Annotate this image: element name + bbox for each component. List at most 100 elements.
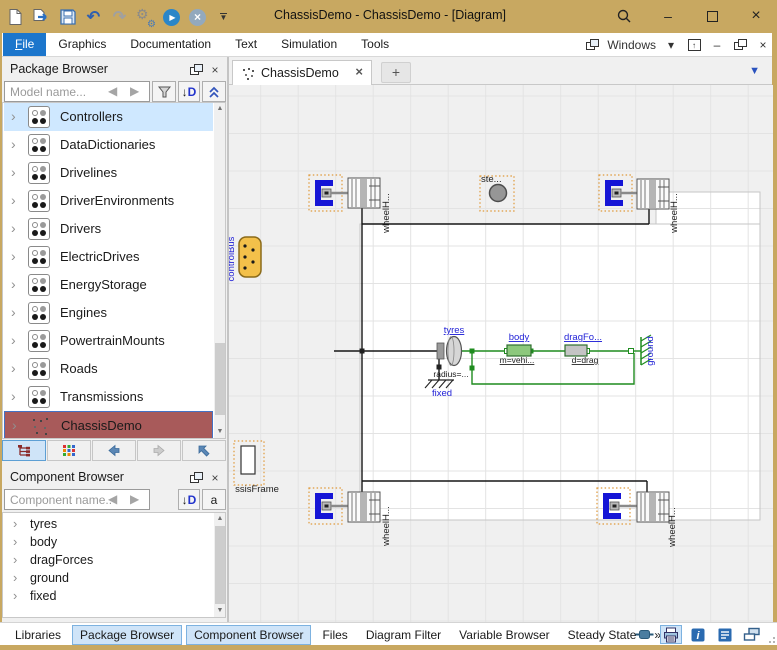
- statusbar-package-browser[interactable]: Package Browser: [72, 625, 182, 645]
- close-panel-icon[interactable]: ×: [207, 62, 223, 77]
- collapse-all-button[interactable]: [202, 81, 226, 102]
- sort-button[interactable]: ↓D: [178, 489, 200, 510]
- package-item-roads[interactable]: ›Roads: [4, 355, 213, 383]
- scroll-up-icon[interactable]: ▲: [214, 103, 226, 115]
- expand-chevron-icon[interactable]: ›: [11, 332, 16, 348]
- expand-chevron-icon[interactable]: ›: [13, 534, 17, 549]
- expand-chevron-icon[interactable]: ›: [11, 220, 16, 236]
- statusbar-component-browser[interactable]: Component Browser: [186, 625, 311, 645]
- float-panel-icon[interactable]: [188, 62, 204, 77]
- new-file-icon[interactable]: [6, 8, 25, 27]
- menu-file[interactable]: File: [3, 33, 46, 56]
- expand-chevron-icon[interactable]: ›: [13, 570, 17, 585]
- statusbar-variable-browser[interactable]: Variable Browser: [452, 626, 556, 644]
- close-panel-icon[interactable]: ×: [207, 470, 223, 485]
- minimize-icon[interactable]: –: [709, 38, 725, 53]
- menu-tools[interactable]: Tools: [349, 33, 401, 56]
- expand-chevron-icon[interactable]: ›: [13, 552, 17, 567]
- scroll-thumb[interactable]: [215, 343, 225, 415]
- statusbar-libraries[interactable]: Libraries: [8, 626, 68, 644]
- grid-view-button[interactable]: [47, 440, 91, 461]
- save-icon[interactable]: [58, 8, 77, 27]
- expand-chevron-icon[interactable]: ›: [11, 136, 16, 152]
- expand-chevron-icon[interactable]: ›: [11, 276, 16, 292]
- expand-chevron-icon[interactable]: ›: [11, 192, 16, 208]
- component-item-dragForces[interactable]: ›dragForces: [4, 551, 213, 569]
- maximize-icon[interactable]: [701, 5, 723, 27]
- component-item-ground[interactable]: ›ground: [4, 569, 213, 587]
- statusbar-files[interactable]: Files: [315, 626, 354, 644]
- expand-chevron-icon[interactable]: ›: [11, 108, 16, 124]
- chassis-frame-component[interactable]: [241, 446, 255, 474]
- package-item-engines[interactable]: ›Engines: [4, 299, 213, 327]
- search-icon[interactable]: [613, 5, 635, 27]
- package-item-drivelines[interactable]: ›Drivelines: [4, 159, 213, 187]
- tree-view-button[interactable]: [2, 440, 46, 461]
- redo-icon[interactable]: ↷: [110, 8, 129, 27]
- list-scrollbar[interactable]: ▲▼: [214, 513, 226, 617]
- expand-chevron-icon[interactable]: ›: [13, 588, 17, 603]
- wheel-hub-front-left[interactable]: [315, 178, 380, 208]
- filter-button[interactable]: [152, 81, 176, 102]
- control-bus-component[interactable]: [239, 237, 261, 277]
- tab-close-icon[interactable]: ×: [355, 64, 363, 79]
- forward-arrow-icon[interactable]: ▶: [130, 84, 139, 98]
- dropdown-arrow-icon[interactable]: ▾: [663, 38, 679, 53]
- cascade-windows-icon[interactable]: [584, 38, 600, 53]
- package-item-powertrainmounts[interactable]: ›PowertrainMounts: [4, 327, 213, 355]
- windows-menu-label[interactable]: Windows: [607, 38, 656, 52]
- component-view-icon[interactable]: [633, 625, 655, 644]
- statusbar-steady-state[interactable]: Steady State: [561, 626, 644, 644]
- open-file-icon[interactable]: [32, 8, 51, 27]
- menu-simulation[interactable]: Simulation: [269, 33, 349, 56]
- expand-chevron-icon[interactable]: ›: [11, 360, 16, 376]
- new-tab-button[interactable]: +: [381, 62, 411, 83]
- back-arrow-icon[interactable]: ◀: [108, 492, 117, 506]
- package-item-transmissions[interactable]: ›Transmissions: [4, 383, 213, 411]
- statusbar-diagram-filter[interactable]: Diagram Filter: [359, 626, 448, 644]
- scroll-up-icon[interactable]: ▲: [214, 513, 226, 525]
- scroll-thumb[interactable]: [215, 526, 225, 604]
- expand-chevron-icon[interactable]: ›: [11, 248, 16, 264]
- package-item-controllers[interactable]: ›Controllers: [4, 103, 213, 131]
- component-name-search-input[interactable]: [4, 489, 150, 510]
- minimize-icon[interactable]: –: [657, 5, 679, 27]
- menu-documentation[interactable]: Documentation: [118, 33, 223, 56]
- go-to-parent-button[interactable]: [182, 440, 226, 461]
- tab-list-dropdown-icon[interactable]: ▼: [749, 65, 760, 77]
- run-icon[interactable]: ▶: [162, 8, 181, 27]
- resize-grip[interactable]: [766, 634, 775, 643]
- sort-button[interactable]: ↓D: [178, 81, 200, 102]
- package-item-electricdrives[interactable]: ›ElectricDrives: [4, 243, 213, 271]
- menu-text[interactable]: Text: [223, 33, 269, 56]
- scroll-down-icon[interactable]: ▼: [214, 426, 226, 438]
- component-item-tyres[interactable]: ›tyres: [4, 515, 213, 533]
- scroll-down-icon[interactable]: ▼: [214, 605, 226, 617]
- expand-chevron-icon[interactable]: ›: [12, 417, 17, 433]
- history-back-button[interactable]: [92, 440, 136, 461]
- package-item-energystorage[interactable]: ›EnergyStorage: [4, 271, 213, 299]
- settings-gears-icon[interactable]: ⚙⚙: [136, 8, 155, 27]
- wheel-hub-rear-left[interactable]: [315, 492, 380, 522]
- diagram-canvas[interactable]: wheelH...wheelH...wheelH...wheelH...ste.…: [228, 85, 772, 622]
- class-view-icon[interactable]: [741, 625, 763, 644]
- wheel-hub-front-right[interactable]: [605, 179, 669, 209]
- expand-chevron-icon[interactable]: ›: [11, 388, 16, 404]
- documentation-view-icon[interactable]: i: [687, 625, 709, 644]
- forward-arrow-icon[interactable]: ▶: [130, 492, 139, 506]
- text-view-icon[interactable]: [714, 625, 736, 644]
- package-item-driverenvironments[interactable]: ›DriverEnvironments: [4, 187, 213, 215]
- component-item-body[interactable]: ›body: [4, 533, 213, 551]
- diagram-view-icon[interactable]: [660, 625, 682, 644]
- close-icon[interactable]: ×: [755, 38, 771, 53]
- tree-scrollbar[interactable]: ▲▼: [214, 103, 226, 438]
- package-item-drivers[interactable]: ›Drivers: [4, 215, 213, 243]
- close-icon[interactable]: ×: [745, 5, 767, 27]
- component-item-fixed[interactable]: ›fixed: [4, 587, 213, 605]
- history-forward-button[interactable]: [137, 440, 181, 461]
- package-item-chassisdemo[interactable]: ›ChassisDemo: [4, 411, 213, 439]
- model-name-search-input[interactable]: [4, 81, 150, 102]
- float-panel-icon[interactable]: [188, 470, 204, 485]
- expand-chevron-icon[interactable]: ›: [11, 304, 16, 320]
- menu-graphics[interactable]: Graphics: [46, 33, 118, 56]
